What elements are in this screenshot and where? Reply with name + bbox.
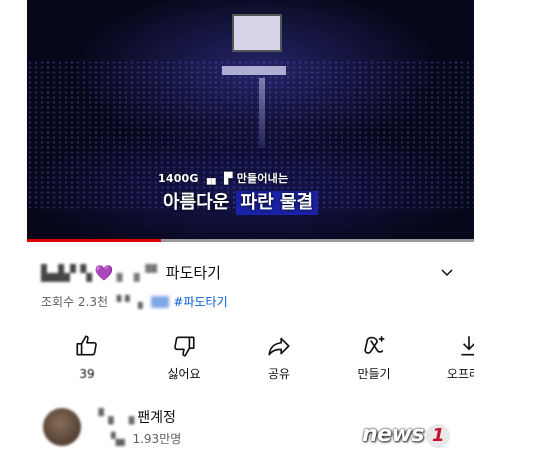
download-button[interactable]: 오프라인 bbox=[437, 333, 474, 382]
remix-label: 만들기 bbox=[357, 367, 391, 381]
remix-icon bbox=[364, 336, 385, 354]
like-count: 39 bbox=[79, 367, 95, 381]
mobile-video-page: 1400G ▗▖ ▛ 만들어내는 아름다운 파란 물결 ▙▟▞ ▚ 💜 ▖▗▝▘… bbox=[27, 0, 474, 462]
remix-button[interactable]: 만들기 bbox=[342, 333, 406, 382]
thumbs-up-icon bbox=[76, 335, 97, 356]
meta-blurred: ▝ ▘ ▖ bbox=[112, 294, 148, 309]
progress-bar[interactable] bbox=[27, 239, 474, 242]
watermark-text: news bbox=[362, 422, 425, 447]
chevron-down-icon[interactable] bbox=[439, 264, 455, 280]
video-meta: 조회수 2.3천 ▝ ▘ ▖ #파도타기 bbox=[41, 293, 228, 310]
dislike-label: 싫어요 bbox=[167, 367, 201, 381]
title-blurred-mid: ▖▗▝▘ bbox=[116, 263, 163, 282]
progress-fill bbox=[27, 239, 162, 242]
stage-screen bbox=[232, 14, 282, 52]
view-count: 조회수 2.3천 bbox=[41, 295, 109, 309]
like-button[interactable]: 39 bbox=[55, 333, 119, 382]
share-icon bbox=[268, 337, 290, 356]
share-label: 공유 bbox=[267, 367, 291, 381]
share-button[interactable]: 공유 bbox=[247, 333, 311, 382]
caption-line-2: 아름다운 파란 물결 bbox=[163, 188, 319, 215]
subscriber-count: ▚▖ 1.93만명 bbox=[111, 430, 181, 447]
caption-highlight: 파란 물결 bbox=[235, 191, 319, 215]
channel-name-blurred: ▝ ▖ ▗ bbox=[93, 409, 135, 425]
subs-blurred: ▚▖ bbox=[111, 431, 130, 446]
hashtag-link[interactable]: #파도타기 bbox=[173, 293, 227, 310]
thumbs-down-icon bbox=[174, 336, 195, 357]
dislike-button[interactable]: 싫어요 bbox=[152, 333, 216, 382]
news1-watermark: news 1 bbox=[362, 422, 451, 448]
caption-prefix: 아름다운 bbox=[163, 192, 236, 213]
watermark-number: 1 bbox=[426, 424, 451, 448]
stage-runway bbox=[259, 78, 265, 148]
title-text: 파도타기 bbox=[165, 264, 221, 282]
title-blurred-prefix: ▙▟▞ ▚ bbox=[41, 263, 92, 282]
stage bbox=[222, 66, 286, 75]
channel-name-suffix: 팬계정 bbox=[137, 410, 176, 426]
video-player[interactable]: 1400G ▗▖ ▛ 만들어내는 아름다운 파란 물결 bbox=[27, 0, 474, 242]
blurred-block bbox=[151, 295, 170, 308]
subs-text: 1.93만명 bbox=[132, 432, 182, 446]
caption-line-1: 1400G ▗▖ ▛ 만들어내는 bbox=[158, 172, 289, 185]
download-icon bbox=[461, 336, 474, 356]
download-label: 오프라인 bbox=[446, 367, 474, 381]
heart-emoji: 💜 bbox=[94, 263, 114, 282]
video-title[interactable]: ▙▟▞ ▚ 💜 ▖▗▝▘ 파도타기 bbox=[41, 262, 431, 283]
channel-name[interactable]: ▝ ▖ ▗ 팬계정 bbox=[93, 407, 176, 427]
channel-avatar[interactable] bbox=[43, 408, 81, 446]
action-bar: 39 싫어요 공유 만들기 오프라인 bbox=[27, 333, 474, 383]
